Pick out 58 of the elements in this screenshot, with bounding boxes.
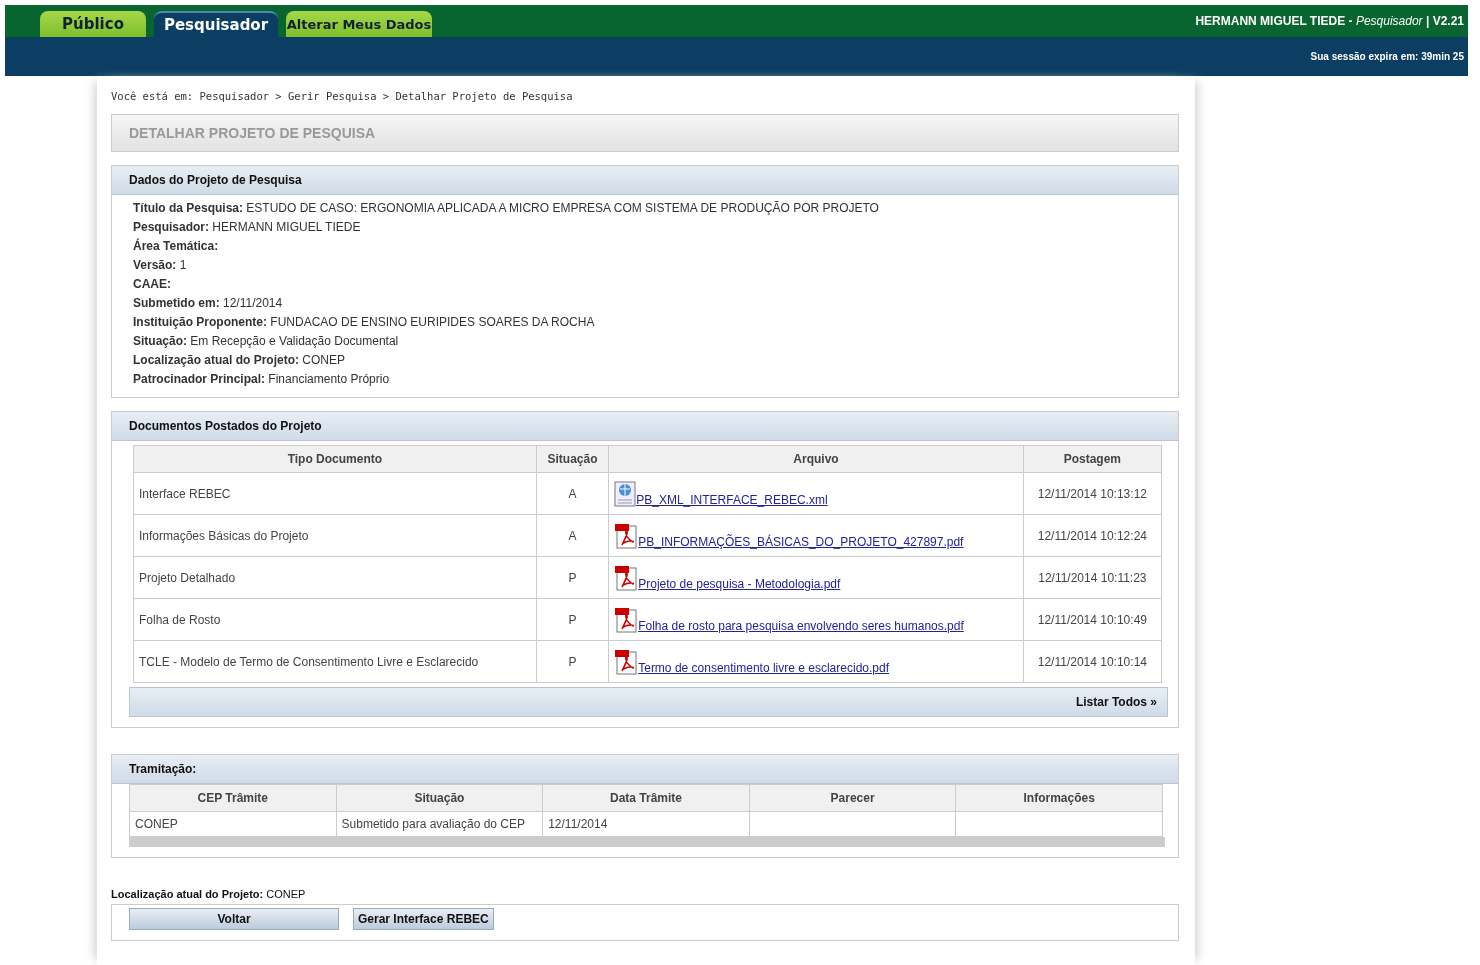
column-header: CEP Trâmite — [129, 784, 337, 812]
column-header: Informações — [955, 784, 1163, 812]
project-field: Situação: Em Recepção e Validação Documental — [133, 333, 1157, 349]
pdf-file-icon — [614, 606, 639, 633]
table-cell: A — [536, 514, 609, 557]
table-cell: 12/11/2014 10:10:14 — [1023, 640, 1162, 683]
table-cell: CONEP — [129, 811, 337, 837]
project-field: Submetido em: 12/11/2014 — [133, 295, 1157, 311]
column-header: Parecer — [749, 784, 956, 812]
table-cell: P — [536, 640, 609, 683]
column-header: Situação — [336, 784, 543, 812]
action-button[interactable]: Gerar Interface REBEC — [353, 908, 494, 930]
project-field: Localização atual do Projeto: CONEP — [133, 352, 1157, 368]
table-cell: Projeto Detalhado — [133, 556, 537, 599]
project-field: CAAE: — [133, 276, 1157, 292]
pdf-file-icon — [614, 522, 639, 549]
column-header: Situação — [536, 445, 609, 473]
project-field: Título da Pesquisa: ESTUDO DE CASO: ERGONOMIA APLICADA A MICRO EMPRESA COM SISTEMA DE PRODUÇÃO POR PROJETO — [133, 200, 1157, 216]
column-header: Arquivo — [608, 445, 1024, 473]
pdf-file-icon — [614, 648, 639, 675]
project-field: Versão: 1 — [133, 257, 1157, 273]
location-text: Localização atual do Projeto: CONEP — [111, 888, 307, 900]
file-link[interactable]: PB_XML_INTERFACE_REBEC.xml — [636, 492, 828, 507]
table-cell: 12/11/2014 10:11:23 — [1023, 556, 1162, 599]
project-field: Área Temática: — [133, 238, 1157, 254]
project-field: Patrocinador Principal: Financiamento Próprio — [133, 371, 1157, 387]
nav-tab[interactable]: Alterar Meus Dados — [286, 11, 432, 37]
action-button[interactable]: Voltar — [129, 908, 339, 930]
table-cell: Folha de Rosto — [133, 598, 537, 641]
column-header: Tipo Documento — [133, 445, 537, 473]
table-cell: 12/11/2014 10:12:24 — [1023, 514, 1162, 557]
column-header: Postagem — [1023, 445, 1162, 473]
table-cell: TCLE - Modelo de Termo de Consentimento Livre e Esclarecido — [133, 640, 537, 683]
panel-header: Documentos Postados do Projeto — [112, 412, 1178, 441]
session-timer: Sua sessão expira em: 39min 25 — [1310, 51, 1465, 62]
pdf-file-icon — [614, 564, 639, 591]
breadcrumb: Você está em: Pesquisador > Gerir Pesquisa > Detalhar Projeto de Pesquisa — [111, 89, 574, 104]
table-cell: 12/11/2014 10:13:12 — [1023, 472, 1162, 515]
table-cell: Interface REBEC — [133, 472, 537, 515]
table-cell: 12/11/2014 10:10:49 — [1023, 598, 1162, 641]
panel-header: Tramitação: — [112, 755, 1178, 784]
panel-header: Dados do Projeto de Pesquisa — [112, 166, 1178, 195]
table-cell: Submetido para avaliação do CEP — [336, 811, 543, 837]
nav-tab[interactable]: Público — [40, 11, 146, 37]
column-header: Data Trâmite — [542, 784, 750, 812]
list-all-button[interactable]: Listar Todos » — [1075, 695, 1157, 709]
table-cell: 12/11/2014 — [542, 811, 750, 837]
table-cell: P — [536, 556, 609, 599]
table-cell: A — [536, 472, 609, 515]
user-info: HERMANN MIGUEL TIEDE - Pesquisador | V2.21 — [1195, 14, 1465, 28]
page-title: DETALHAR PROJETO DE PESQUISA — [111, 114, 1179, 152]
nav-tab[interactable]: Pesquisador — [154, 11, 278, 37]
table-cell: Informações Básicas do Projeto — [133, 514, 537, 557]
project-field: Pesquisador: HERMANN MIGUEL TIEDE — [133, 219, 1157, 235]
xml-file-icon — [614, 480, 637, 507]
table-cell: P — [536, 598, 609, 641]
file-link[interactable]: Projeto de pesquisa - Metodologia.pdf — [638, 576, 841, 591]
project-field: Instituição Proponente: FUNDACAO DE ENSINO EURIPIDES SOARES DA ROCHA — [133, 314, 1157, 330]
